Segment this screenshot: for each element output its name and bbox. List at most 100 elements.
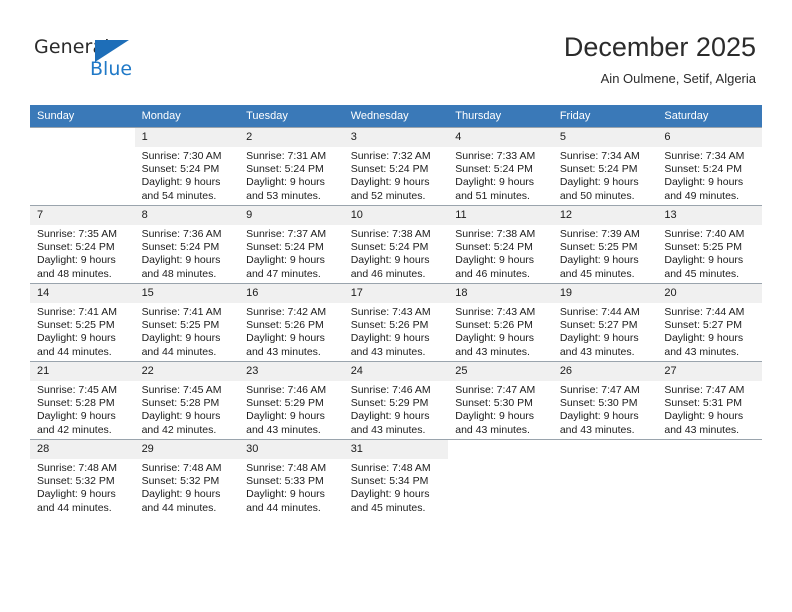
calendar-day-cell[interactable]: 1 Sunrise: 7:30 AM Sunset: 5:24 PM Daylight…: [134, 127, 240, 206]
calendar-day-cell[interactable]: 18 Sunrise: 7:43 AM Sunset: 5:26 PM Dayligh…: [448, 283, 553, 362]
day-details: Sunrise: 7:44 AM Sunset: 5:27 PM Daylight:…: [553, 303, 658, 359]
calendar-week-row: 21 Sunrise: 7:45 AM Sunset: 5:28 PM Dayligh…: [30, 361, 762, 440]
calendar-day-cell[interactable]: 14 Sunrise: 7:41 AM Sunset: 5:25 PM Dayligh…: [30, 283, 135, 362]
sunset-text: Sunset: 5:27 PM: [559, 319, 638, 332]
weekday-header-saturday: Saturday: [657, 105, 762, 128]
sunset-text: Sunset: 5:24 PM: [664, 163, 743, 176]
daylight-text-line1: Daylight: 9 hours: [141, 176, 221, 189]
calendar-day-cell[interactable]: 13 Sunrise: 7:40 AM Sunset: 5:25 PM Dayligh…: [657, 205, 762, 284]
sunrise-text: Sunrise: 7:43 AM: [455, 306, 536, 318]
day-number: 14: [30, 284, 135, 303]
calendar-week-row: 28 Sunrise: 7:48 AM Sunset: 5:32 PM Dayligh…: [30, 439, 762, 517]
calendar-day-cell[interactable]: 6 Sunrise: 7:34 AM Sunset: 5:24 PM Daylight…: [657, 127, 762, 206]
day-number: 4: [448, 128, 553, 147]
calendar-day-cell[interactable]: 24 Sunrise: 7:46 AM Sunset: 5:29 PM Dayligh…: [343, 361, 449, 440]
calendar-day-cell[interactable]: 23 Sunrise: 7:46 AM Sunset: 5:29 PM Dayligh…: [239, 361, 344, 440]
daylight-text-line2: and 46 minutes.: [350, 267, 426, 280]
day-details: Sunrise: 7:48 AM Sunset: 5:34 PM Daylight:…: [344, 459, 449, 515]
sunset-text: Sunset: 5:25 PM: [559, 241, 638, 254]
day-number: 29: [134, 440, 240, 459]
general-blue-logo[interactable]: General Blue: [34, 36, 214, 88]
daylight-text-line2: and 43 minutes.: [559, 345, 635, 358]
calendar-day-cell[interactable]: 7 Sunrise: 7:35 AM Sunset: 5:24 PM Daylight…: [30, 205, 135, 284]
sunrise-text: Sunrise: 7:43 AM: [350, 306, 431, 318]
daylight-text-line1: Daylight: 9 hours: [246, 488, 325, 501]
calendar-day-cell[interactable]: 17 Sunrise: 7:43 AM Sunset: 5:26 PM Dayligh…: [343, 283, 449, 362]
calendar-day-cell[interactable]: 8 Sunrise: 7:36 AM Sunset: 5:24 PM Daylight…: [134, 205, 240, 284]
calendar-day-cell[interactable]: 12 Sunrise: 7:39 AM Sunset: 5:25 PM Dayligh…: [552, 205, 658, 284]
calendar-day-cell[interactable]: 5 Sunrise: 7:34 AM Sunset: 5:24 PM Daylight…: [552, 127, 658, 206]
calendar-day-cell[interactable]: 11 Sunrise: 7:38 AM Sunset: 5:24 PM Dayligh…: [448, 205, 553, 284]
day-details: Sunrise: 7:43 AM Sunset: 5:26 PM Daylight:…: [448, 303, 553, 359]
sunrise-text: Sunrise: 7:45 AM: [37, 384, 117, 396]
daylight-text-line2: and 47 minutes.: [246, 267, 321, 280]
calendar-day-cell[interactable]: 28 Sunrise: 7:48 AM Sunset: 5:32 PM Dayligh…: [30, 439, 135, 517]
day-number: [448, 440, 553, 459]
calendar-day-cell[interactable]: 3 Sunrise: 7:32 AM Sunset: 5:24 PM Daylight…: [343, 127, 449, 206]
day-number: 27: [657, 362, 762, 381]
calendar-day-cell[interactable]: 9 Sunrise: 7:37 AM Sunset: 5:24 PM Daylight…: [239, 205, 344, 284]
sunset-text: Sunset: 5:29 PM: [350, 397, 429, 410]
calendar-day-cell[interactable]: 22 Sunrise: 7:45 AM Sunset: 5:28 PM Dayligh…: [134, 361, 240, 440]
calendar-cell-empty: [448, 439, 553, 517]
day-number: 28: [30, 440, 135, 459]
calendar-day-cell[interactable]: 15 Sunrise: 7:41 AM Sunset: 5:25 PM Dayligh…: [134, 283, 240, 362]
day-number: [30, 128, 135, 147]
calendar-day-cell[interactable]: 21 Sunrise: 7:45 AM Sunset: 5:28 PM Dayligh…: [30, 361, 135, 440]
weekday-header-friday: Friday: [552, 105, 658, 128]
weekday-header-sunday: Sunday: [30, 105, 135, 128]
calendar-day-cell[interactable]: 16 Sunrise: 7:42 AM Sunset: 5:26 PM Dayligh…: [239, 283, 344, 362]
daylight-text-line1: Daylight: 9 hours: [455, 254, 535, 267]
daylight-text-line1: Daylight: 9 hours: [37, 488, 116, 501]
calendar-day-cell[interactable]: 31 Sunrise: 7:48 AM Sunset: 5:34 PM Dayligh…: [343, 439, 449, 517]
day-details: Sunrise: 7:46 AM Sunset: 5:29 PM Daylight:…: [239, 381, 344, 437]
location-subtitle: Ain Oulmene, Setif, Algeria: [600, 71, 756, 86]
calendar-day-cell[interactable]: 19 Sunrise: 7:44 AM Sunset: 5:27 PM Dayligh…: [552, 283, 658, 362]
calendar-day-cell[interactable]: 4 Sunrise: 7:33 AM Sunset: 5:24 PM Daylight…: [448, 127, 553, 206]
calendar-day-cell[interactable]: 26 Sunrise: 7:47 AM Sunset: 5:30 PM Dayligh…: [552, 361, 658, 440]
sunrise-text: Sunrise: 7:38 AM: [350, 228, 431, 240]
day-number: 11: [448, 206, 553, 225]
daylight-text-line1: Daylight: 9 hours: [350, 410, 430, 423]
day-details: Sunrise: 7:41 AM Sunset: 5:25 PM Daylight:…: [30, 303, 135, 359]
daylight-text-line1: Daylight: 9 hours: [141, 488, 221, 501]
daylight-text-line2: and 43 minutes.: [350, 345, 426, 358]
sunrise-text: Sunrise: 7:47 AM: [664, 384, 745, 396]
title-block: December 2025 Ain Oulmene, Setif, Algeri…: [564, 30, 756, 90]
calendar-day-cell[interactable]: 27 Sunrise: 7:47 AM Sunset: 5:31 PM Dayligh…: [657, 361, 762, 440]
daylight-text-line1: Daylight: 9 hours: [37, 332, 116, 345]
sunset-text: Sunset: 5:24 PM: [37, 241, 115, 254]
calendar-page: General Blue December 2025 Ain Oulmene, …: [0, 0, 792, 612]
calendar-cell-empty: [552, 439, 658, 517]
calendar-day-cell[interactable]: 20 Sunrise: 7:44 AM Sunset: 5:27 PM Dayligh…: [657, 283, 762, 362]
calendar-day-cell[interactable]: 25 Sunrise: 7:47 AM Sunset: 5:30 PM Dayligh…: [448, 361, 553, 440]
daylight-text-line2: and 50 minutes.: [559, 189, 635, 202]
sunrise-text: Sunrise: 7:48 AM: [350, 462, 431, 474]
calendar-day-cell[interactable]: 10 Sunrise: 7:38 AM Sunset: 5:24 PM Dayligh…: [343, 205, 449, 284]
sunrise-text: Sunrise: 7:35 AM: [37, 228, 117, 240]
calendar-day-cell[interactable]: 29 Sunrise: 7:48 AM Sunset: 5:32 PM Dayligh…: [134, 439, 240, 517]
daylight-text-line1: Daylight: 9 hours: [664, 254, 744, 267]
sunrise-text: Sunrise: 7:47 AM: [455, 384, 536, 396]
sunrise-text: Sunrise: 7:36 AM: [141, 228, 222, 240]
sunset-text: Sunset: 5:28 PM: [141, 397, 220, 410]
day-details: Sunrise: 7:31 AM Sunset: 5:24 PM Daylight:…: [239, 147, 344, 203]
day-details: Sunrise: 7:39 AM Sunset: 5:25 PM Daylight:…: [553, 225, 658, 281]
calendar-day-cell[interactable]: 2 Sunrise: 7:31 AM Sunset: 5:24 PM Daylight…: [239, 127, 344, 206]
sunset-text: Sunset: 5:33 PM: [246, 475, 324, 488]
sunset-text: Sunset: 5:29 PM: [246, 397, 324, 410]
sunset-text: Sunset: 5:24 PM: [350, 241, 429, 254]
sunrise-text: Sunrise: 7:46 AM: [246, 384, 327, 396]
day-number: 23: [239, 362, 344, 381]
calendar-day-cell[interactable]: 30 Sunrise: 7:48 AM Sunset: 5:33 PM Dayligh…: [239, 439, 344, 517]
calendar-week-row: 1 Sunrise: 7:30 AM Sunset: 5:24 PM Daylight…: [30, 127, 762, 206]
day-details: Sunrise: 7:45 AM Sunset: 5:28 PM Daylight:…: [135, 381, 240, 437]
daylight-text-line2: and 48 minutes.: [141, 267, 217, 280]
day-number: 21: [30, 362, 135, 381]
day-details: Sunrise: 7:38 AM Sunset: 5:24 PM Daylight:…: [448, 225, 553, 281]
sunset-text: Sunset: 5:28 PM: [37, 397, 115, 410]
daylight-text-line2: and 44 minutes.: [37, 501, 112, 514]
day-details: Sunrise: 7:36 AM Sunset: 5:24 PM Daylight:…: [135, 225, 240, 281]
day-details: Sunrise: 7:30 AM Sunset: 5:24 PM Daylight:…: [135, 147, 240, 203]
day-number: 1: [134, 128, 240, 147]
